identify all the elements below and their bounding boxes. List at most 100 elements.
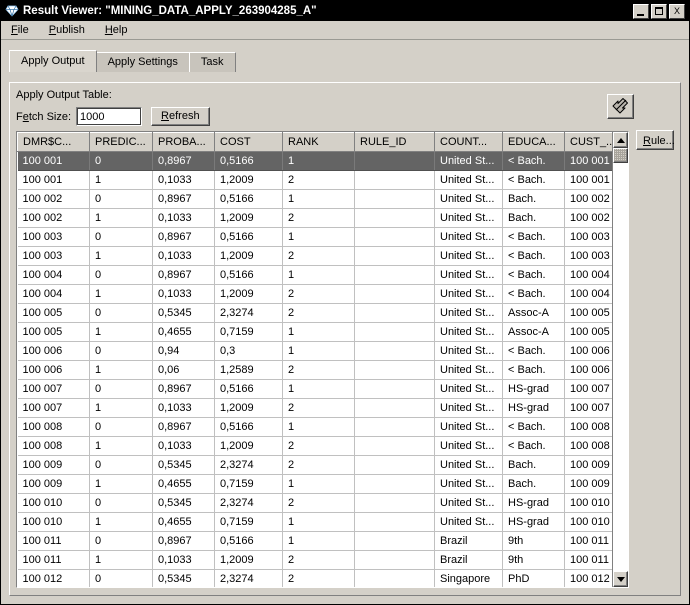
cell-7[interactable]: HS-grad [502,512,565,532]
table-row[interactable]: 100 005 0 0,5345 2,3274 2 United St... Assoc-A… [17,303,612,323]
cell-4[interactable]: 2 [282,398,355,418]
cell-5[interactable] [354,303,435,323]
table-row[interactable]: 100 001 1 0,1033 1,2009 2 United St... < Bach.… [17,170,612,190]
table-row[interactable]: 100 009 1 0,4655 0,7159 1 United St... Bach. 10… [17,474,612,494]
column-header-0[interactable]: DMR$C... [17,132,90,152]
cell-6[interactable]: United St... [434,208,503,228]
cell-7[interactable]: < Bach. [502,341,565,361]
cell-1[interactable]: 0 [89,151,153,171]
cell-2[interactable]: 0,1033 [152,398,215,418]
cell-3[interactable]: 1,2009 [214,170,283,190]
cell-2[interactable]: 0,1033 [152,550,215,570]
cell-3[interactable]: 0,3 [214,341,283,361]
cell-8[interactable]: 100 006 [564,341,612,361]
cell-6[interactable]: United St... [434,227,503,247]
close-button[interactable]: X [669,3,685,19]
cell-2[interactable]: 0,8967 [152,379,215,399]
cell-3[interactable]: 2,3274 [214,455,283,475]
cell-4[interactable]: 2 [282,360,355,380]
cell-5[interactable] [354,265,435,285]
cell-6[interactable]: United St... [434,246,503,266]
column-header-4[interactable]: RANK [282,132,355,152]
cell-7[interactable]: < Bach. [502,417,565,437]
cell-2[interactable]: 0,1033 [152,284,215,304]
cell-2[interactable]: 0,1033 [152,246,215,266]
cell-3[interactable]: 1,2009 [214,284,283,304]
cell-1[interactable]: 0 [89,455,153,475]
cell-2[interactable]: 0,06 [152,360,215,380]
cell-5[interactable] [354,284,435,304]
cell-5[interactable] [354,531,435,551]
cell-8[interactable]: 100 003 [564,246,612,266]
cell-8[interactable]: 100 002 [564,189,612,209]
cell-3[interactable]: 0,7159 [214,512,283,532]
detach-pin-button[interactable] [607,94,634,119]
cell-7[interactable]: < Bach. [502,246,565,266]
cell-0[interactable]: 100 006 [17,360,90,380]
cell-8[interactable]: 100 011 [564,531,612,551]
cell-7[interactable]: Bach. [502,208,565,228]
cell-3[interactable]: 2,3274 [214,569,283,587]
cell-6[interactable]: United St... [434,322,503,342]
cell-6[interactable]: United St... [434,398,503,418]
table-row[interactable]: 100 012 0 0,5345 2,3274 2 Singapore PhD 100 012 [17,569,612,587]
cell-0[interactable]: 100 004 [17,284,90,304]
cell-2[interactable]: 0,4655 [152,474,215,494]
cell-1[interactable]: 0 [89,227,153,247]
cell-5[interactable] [354,170,435,190]
cell-5[interactable] [354,417,435,437]
cell-2[interactable]: 0,8967 [152,189,215,209]
cell-4[interactable]: 2 [282,569,355,587]
table-row[interactable]: 100 011 0 0,8967 0,5166 1 Brazil 9th 100 011 [17,531,612,551]
table-row[interactable]: 100 006 0 0,94 0,3 1 United St... < Bach. 100 0… [17,341,612,361]
cell-6[interactable]: Singapore [434,569,503,587]
cell-8[interactable]: 100 012 [564,569,612,587]
cell-8[interactable]: 100 004 [564,284,612,304]
table-row[interactable]: 100 001 0 0,8967 0,5166 1 United St... < Bach.… [17,151,612,171]
table-row[interactable]: 100 007 0 0,8967 0,5166 1 United St... HS-grad… [17,379,612,399]
cell-8[interactable]: 100 011 [564,550,612,570]
cell-5[interactable] [354,208,435,228]
table-row[interactable]: 100 009 0 0,5345 2,3274 2 United St... Bach. 10… [17,455,612,475]
cell-5[interactable] [354,360,435,380]
cell-6[interactable]: United St... [434,170,503,190]
cell-6[interactable]: United St... [434,379,503,399]
cell-1[interactable]: 0 [89,341,153,361]
table-row[interactable]: 100 011 1 0,1033 1,2009 2 Brazil 9th 100 011 [17,550,612,570]
cell-1[interactable]: 0 [89,189,153,209]
cell-6[interactable]: United St... [434,455,503,475]
cell-8[interactable]: 100 001 [564,170,612,190]
cell-8[interactable]: 100 010 [564,493,612,513]
cell-8[interactable]: 100 001 [564,151,612,171]
cell-5[interactable] [354,436,435,456]
cell-1[interactable]: 0 [89,493,153,513]
cell-4[interactable]: 2 [282,170,355,190]
cell-4[interactable]: 2 [282,208,355,228]
cell-3[interactable]: 1,2009 [214,436,283,456]
cell-4[interactable]: 1 [282,531,355,551]
cell-5[interactable] [354,550,435,570]
menu-file[interactable]: File [9,23,37,37]
table-row[interactable]: 100 004 1 0,1033 1,2009 2 United St... < Bach.… [17,284,612,304]
cell-4[interactable]: 2 [282,493,355,513]
cell-4[interactable]: 1 [282,227,355,247]
table-row[interactable]: 100 010 1 0,4655 0,7159 1 United St... HS-grad… [17,512,612,532]
cell-1[interactable]: 1 [89,322,153,342]
cell-8[interactable]: 100 009 [564,455,612,475]
cell-4[interactable]: 1 [282,417,355,437]
cell-6[interactable]: United St... [434,265,503,285]
cell-0[interactable]: 100 009 [17,474,90,494]
cell-3[interactable]: 1,2009 [214,208,283,228]
column-header-3[interactable]: COST [214,132,283,152]
cell-2[interactable]: 0,5345 [152,569,215,587]
menu-publish[interactable]: Publish [47,23,93,37]
cell-8[interactable]: 100 004 [564,265,612,285]
cell-0[interactable]: 100 008 [17,436,90,456]
cell-5[interactable] [354,341,435,361]
cell-6[interactable]: United St... [434,303,503,323]
cell-5[interactable] [354,455,435,475]
cell-0[interactable]: 100 011 [17,531,90,551]
column-header-1[interactable]: PREDIC... [89,132,153,152]
cell-6[interactable]: United St... [434,284,503,304]
cell-3[interactable]: 0,5166 [214,379,283,399]
